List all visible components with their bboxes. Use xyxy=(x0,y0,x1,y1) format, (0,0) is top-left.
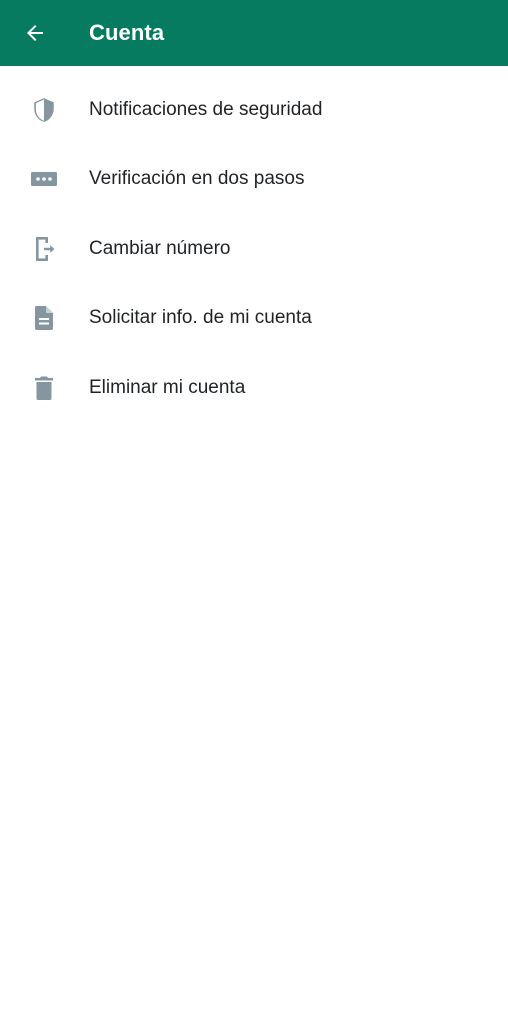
menu-item-label: Cambiar número xyxy=(89,237,231,259)
menu-item-request-account-info[interactable]: Solicitar info. de mi cuenta xyxy=(0,284,508,354)
menu-item-label: Eliminar mi cuenta xyxy=(89,376,246,398)
back-button[interactable] xyxy=(14,12,56,54)
change-number-icon xyxy=(26,231,62,267)
trash-icon xyxy=(26,370,62,406)
menu-item-label: Notificaciones de seguridad xyxy=(89,98,323,120)
menu-item-two-step-verification[interactable]: Verificación en dos pasos xyxy=(0,145,508,215)
account-settings-screen: Cuenta Notificaciones de seguridad Verif… xyxy=(0,0,508,1024)
settings-menu: Notificaciones de seguridad Verificación… xyxy=(0,75,508,423)
menu-item-change-number[interactable]: Cambiar número xyxy=(0,214,508,284)
menu-item-label: Solicitar info. de mi cuenta xyxy=(89,307,312,329)
page-title: Cuenta xyxy=(89,20,165,45)
arrow-left-icon xyxy=(23,21,47,45)
menu-item-label: Verificación en dos pasos xyxy=(89,168,305,190)
menu-item-delete-account[interactable]: Eliminar mi cuenta xyxy=(0,353,508,423)
menu-item-security-notifications[interactable]: Notificaciones de seguridad xyxy=(0,75,508,145)
password-dots-icon xyxy=(26,161,62,197)
document-icon xyxy=(26,300,62,336)
app-bar: Cuenta xyxy=(0,0,508,66)
shield-icon xyxy=(26,92,62,128)
